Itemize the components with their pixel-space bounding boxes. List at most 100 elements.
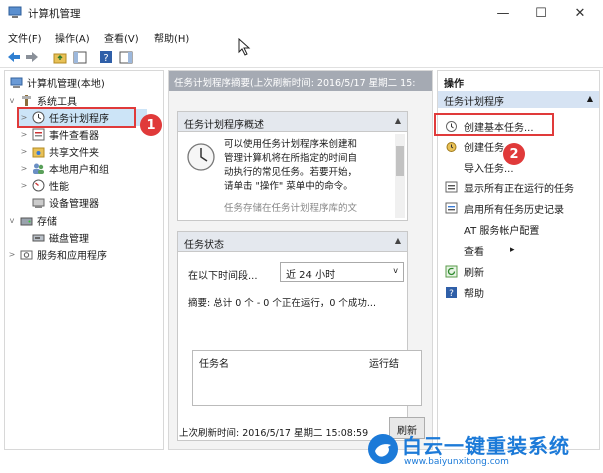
expand-chevron-icon[interactable]: > (19, 181, 29, 190)
period-label: 在以下时间段... (188, 271, 258, 282)
svg-text:?: ? (103, 53, 108, 64)
back-button[interactable] (6, 49, 22, 65)
watermark-url: www.baiyunxitong.com (404, 457, 509, 467)
performance-icon (31, 179, 45, 192)
overview-title: 任务计划程序概述 (184, 120, 264, 131)
collapse-chevron-icon[interactable]: v (7, 96, 17, 105)
tree-root[interactable]: 计算机管理(本地) (7, 74, 105, 91)
action-label: 刷新 (464, 267, 484, 279)
tree-disk-management[interactable]: 磁盘管理 (29, 229, 89, 246)
folder-up-icon (53, 53, 67, 63)
action-refresh[interactable]: 刷新 (438, 261, 599, 281)
action-at-service-account[interactable]: AT 服务帐户配置 (438, 219, 599, 239)
running-tasks-icon (444, 181, 458, 194)
forward-button[interactable] (24, 49, 40, 65)
computer-icon (9, 76, 23, 89)
column-task-name[interactable]: 任务名 (199, 355, 229, 370)
window-title: 计算机管理 (28, 8, 81, 20)
overview-text: 可以使用任务计划程序来创建和 管理计算机将在所指定的时间自 动执行的常见任务。若… (224, 138, 394, 216)
period-select[interactable]: 近 24 小时 v (280, 262, 404, 282)
expand-chevron-icon[interactable]: > (19, 164, 29, 173)
overview-line: 可以使用任务计划程序来创建和 (224, 139, 358, 150)
action-label: 显示所有正在运行的任务 (464, 183, 574, 195)
last-refresh-text: 上次刷新时间: 2016/5/17 星期二 15:08:59 (179, 428, 369, 439)
overview-panel-header[interactable]: 任务计划程序概述 ▲ (178, 112, 407, 132)
arrow-left-icon (8, 52, 20, 62)
collapse-chevron-icon[interactable]: v (7, 216, 17, 225)
submenu-arrow-icon: ▸ (510, 245, 515, 255)
task-status-panel: 任务状态 ▲ 在以下时间段... 近 24 小时 v 摘要: 总计 0 个 - … (177, 231, 422, 441)
menu-file[interactable]: 文件(F) (8, 30, 42, 45)
overview-line: 管理计算机将在所指定的时间自 (224, 153, 358, 164)
task-scheduler-summary-pane: 任务计划程序摘要(上次刷新时间: 2016/5/17 星期二 15: 任务计划程… (168, 70, 433, 450)
menu-help[interactable]: 帮助(H) (154, 30, 189, 45)
tree-storage-label: 存储 (37, 217, 57, 228)
minimize-button[interactable]: — (483, 0, 523, 26)
action-pane-icon (119, 51, 133, 63)
maximize-button[interactable]: ☐ (521, 0, 561, 26)
tree-local-users[interactable]: > 本地用户和组 (19, 160, 109, 177)
actions-section-task-scheduler[interactable]: 任务计划程序 ▲ (438, 91, 599, 108)
shared-folder-icon (31, 145, 45, 158)
task-status-panel-header[interactable]: 任务状态 ▲ (178, 232, 407, 252)
action-display-running-tasks[interactable]: 显示所有正在运行的任务 (438, 177, 599, 197)
chevron-down-icon: v (393, 266, 398, 275)
overview-scrollbar[interactable] (395, 134, 405, 218)
show-hide-action-pane-button[interactable] (118, 49, 134, 65)
action-label: 启用所有任务历史记录 (464, 204, 564, 216)
event-viewer-icon (31, 128, 45, 141)
action-label: 查看 (464, 246, 484, 258)
tree-storage[interactable]: v 存储 (7, 212, 57, 229)
tree-performance-label: 性能 (49, 182, 69, 193)
help-button[interactable]: ? (98, 49, 114, 65)
collapse-caret-icon[interactable]: ▲ (587, 94, 593, 103)
callout-create-basic-task (434, 113, 554, 136)
expand-chevron-icon[interactable]: > (7, 250, 17, 259)
menu-view[interactable]: 查看(V) (104, 30, 139, 45)
task-scheduler-clock-icon (187, 143, 215, 171)
tree-root-label: 计算机管理(本地) (27, 79, 105, 90)
collapse-caret-icon[interactable]: ▲ (395, 116, 401, 125)
tree-local-users-label: 本地用户和组 (49, 165, 109, 176)
help-icon: ? (444, 286, 458, 299)
tree-performance[interactable]: > 性能 (19, 177, 69, 194)
actions-header: 操作 (438, 71, 599, 91)
refresh-icon (444, 265, 458, 278)
svg-text:?: ? (449, 289, 454, 299)
watermark-title: 白云一键重装系统 (402, 434, 570, 458)
services-icon (19, 248, 33, 261)
bird-logo-icon (368, 434, 398, 464)
help-icon: ? (100, 51, 112, 64)
task-status-title: 任务状态 (184, 240, 224, 251)
menu-action[interactable]: 操作(A) (55, 30, 90, 45)
expand-chevron-icon[interactable]: > (19, 130, 29, 139)
tree-services-apps-label: 服务和应用程序 (37, 251, 107, 262)
tree-shared-folders[interactable]: > 共享文件夹 (19, 143, 99, 160)
column-run-result[interactable]: 运行结 (369, 355, 399, 370)
overview-line: 动执行的常见任务。若要开始， (224, 167, 358, 178)
computer-management-icon (8, 6, 22, 18)
console-tree-icon (73, 51, 87, 63)
period-select-value: 近 24 小时 (286, 270, 336, 281)
collapse-caret-icon[interactable]: ▲ (395, 236, 401, 245)
disk-icon (31, 231, 45, 244)
action-help[interactable]: ? 帮助 (438, 282, 599, 302)
action-view[interactable]: 查看 ▸ (438, 240, 599, 260)
show-hide-tree-button[interactable] (72, 49, 88, 65)
tree-device-manager[interactable]: 设备管理器 (29, 194, 99, 211)
mouse-cursor-icon (238, 38, 251, 56)
overview-panel: 任务计划程序概述 ▲ 可以使用任务计划程序来创建和 管理计算机将在所指定的时间自… (177, 111, 408, 221)
up-folder-button[interactable] (52, 49, 68, 65)
overview-line: 任务存储在任务计划程序库的文 (224, 203, 358, 214)
status-summary: 摘要: 总计 0 个 - 0 个正在运行，0 个成功... (188, 298, 376, 309)
close-button[interactable]: ✕ (560, 0, 600, 26)
tree-system-tools-label: 系统工具 (37, 97, 77, 108)
actions-section-label: 任务计划程序 (444, 97, 504, 108)
tree-event-viewer[interactable]: > 事件查看器 (19, 126, 99, 143)
users-icon (31, 162, 45, 175)
expand-chevron-icon[interactable]: > (19, 147, 29, 156)
task-list: 任务名 运行结 (192, 350, 422, 406)
action-label: 帮助 (464, 288, 484, 300)
tree-services-apps[interactable]: > 服务和应用程序 (7, 246, 107, 263)
action-enable-history[interactable]: 启用所有任务历史记录 (438, 198, 599, 218)
